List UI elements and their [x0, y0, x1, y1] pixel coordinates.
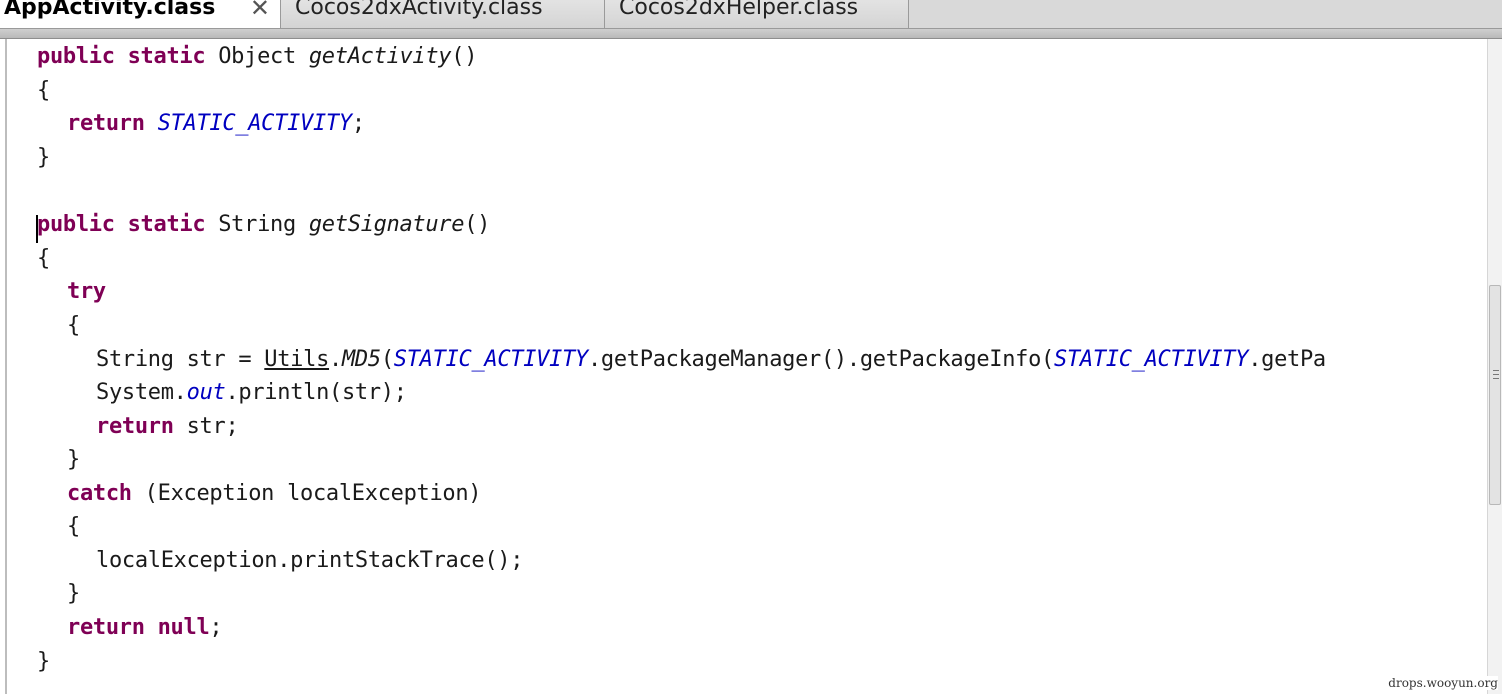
code-text: String str = [96, 347, 265, 372]
code-line-14: catch (Exception localException) [67, 477, 482, 510]
code-text: ; [351, 111, 365, 136]
editor-tab-bar: AppActivity.class ✕ Cocos2dxActivity.cla… [0, 0, 1502, 29]
static-field: out [186, 380, 226, 405]
code-text: ( [380, 347, 394, 372]
keyword: public static [37, 44, 206, 69]
watermark: drops.wooyun.org [1388, 676, 1498, 690]
code-line-3: return STATIC_ACTIVITY; [67, 107, 365, 140]
static-field: STATIC_ACTIVITY [157, 111, 352, 136]
tab-cocos2dxactivity-class[interactable]: Cocos2dxActivity.class [281, 0, 605, 28]
code-text: .getPa [1248, 347, 1326, 372]
code-text: System. [96, 380, 187, 405]
tab-label: Cocos2dxHelper.class [619, 0, 859, 20]
static-field: STATIC_ACTIVITY [1054, 347, 1249, 372]
code-text: (Exception localException) [131, 481, 482, 506]
code-area[interactable]: public static Object getActivity() { ret… [37, 39, 1487, 694]
code-text: str; [173, 414, 239, 439]
method-name: getSignature [308, 212, 465, 237]
grip-line [1493, 370, 1499, 371]
code-line-6: public static String getSignature() [37, 208, 490, 241]
code-line-19: } [37, 649, 50, 674]
code-line-1: public static Object getActivity() [37, 40, 477, 73]
static-field: STATIC_ACTIVITY [393, 347, 588, 372]
code-line-9: { [67, 313, 80, 338]
code-line-16: localException.printStackTrace(); [96, 548, 524, 573]
grip-line [1493, 378, 1499, 379]
code-text: .println(str); [225, 380, 407, 405]
code-text: () [451, 44, 478, 69]
tab-appactivity-class[interactable]: AppActivity.class ✕ [0, 0, 281, 28]
code-line-11: System.out.println(str); [96, 376, 407, 409]
tab-label: Cocos2dxActivity.class [295, 0, 543, 20]
code-line-15: { [67, 514, 80, 539]
vertical-scrollbar[interactable] [1487, 39, 1502, 694]
method-name: MD5 [341, 347, 381, 372]
grip-line [1493, 374, 1499, 375]
code-line-2: { [37, 78, 50, 103]
code-line-10: String str = Utils.MD5(STATIC_ACTIVITY.g… [96, 343, 1326, 376]
code-text: . [329, 347, 342, 372]
keyword: try [67, 279, 106, 304]
code-text: () [464, 212, 491, 237]
code-text: .getPackageManager().getPackageInfo( [587, 347, 1054, 372]
method-name: getActivity [308, 44, 452, 69]
code-line-8: try [67, 275, 106, 308]
keyword: return [96, 414, 174, 439]
keyword: catch [67, 481, 132, 506]
keyword: return [67, 111, 145, 136]
class-link[interactable]: Utils [264, 347, 329, 372]
keyword: return null [67, 615, 210, 640]
editor-header-strip [0, 29, 1502, 39]
code-editor[interactable]: public static Object getActivity() { ret… [0, 39, 1502, 694]
tab-cocos2dxhelper-class[interactable]: Cocos2dxHelper.class [605, 0, 909, 28]
code-line-12: return str; [96, 410, 239, 443]
code-line-7: { [37, 246, 50, 271]
keyword: public static [37, 212, 206, 237]
type-name: String [205, 212, 309, 237]
scrollbar-thumb[interactable] [1489, 285, 1501, 505]
gutter-border [5, 39, 7, 694]
text-caret [36, 215, 38, 243]
type-name: Object [205, 44, 309, 69]
code-text: ; [209, 615, 223, 640]
code-line-17: } [67, 581, 80, 606]
code-line-18: return null; [67, 611, 223, 644]
code-line-13: } [67, 447, 80, 472]
close-tab-icon[interactable]: ✕ [250, 0, 270, 26]
tab-label: AppActivity.class [4, 0, 216, 20]
code-line-4: } [37, 145, 50, 170]
